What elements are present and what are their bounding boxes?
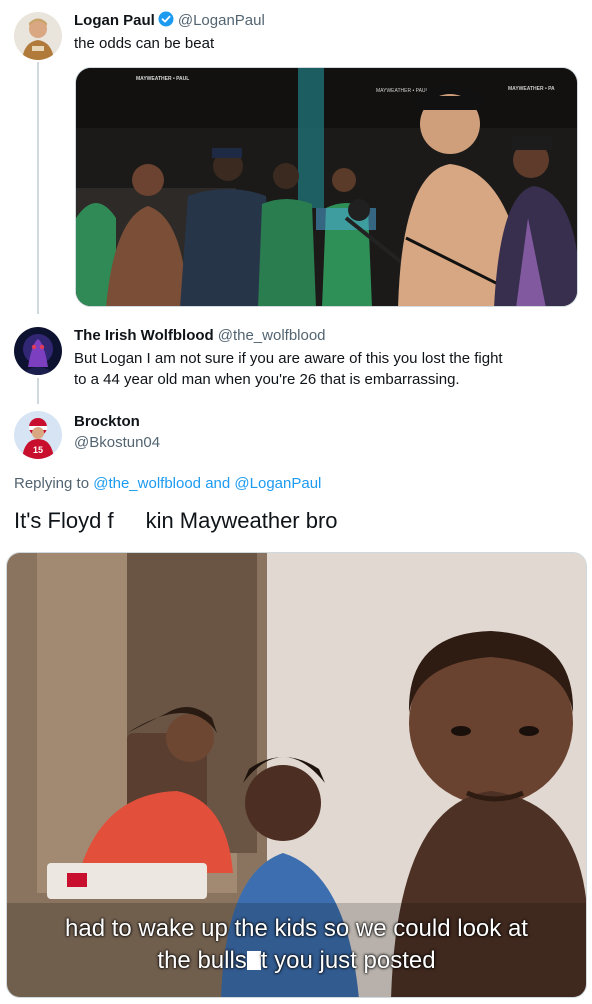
author-handle[interactable]: @Bkostun04 <box>74 434 160 451</box>
tweet-thread: Logan Paul @LoganPaul the odds can be bea… <box>0 0 592 1004</box>
main-tweet-text-part: kin Mayweather bro <box>145 508 338 533</box>
tweet-header: The Irish Wolfblood @the_wolfblood <box>74 327 326 344</box>
replying-and-text: and <box>205 475 231 492</box>
avatar-irish-wolfblood[interactable] <box>14 327 62 375</box>
tweet-media-photo[interactable]: MAYWEATHER • PAUL MAYWEATHER • PAUL MAYW… <box>75 67 578 307</box>
tweet-text-line: to a 44 year old man when you're 26 that… <box>74 371 460 388</box>
thread-connector-line <box>37 62 39 314</box>
verified-badge-icon <box>158 11 174 27</box>
meme-caption-part: t you just posted <box>260 947 436 974</box>
censor-box <box>246 951 261 970</box>
avatar-brockton[interactable]: 15 <box>14 411 62 459</box>
tweet-text: But Logan I am not sure if you are aware… <box>74 348 503 390</box>
media-overlay-text: MAYWEATHER • PAUL <box>376 88 429 94</box>
main-tweet-text-part: It's Floyd f <box>14 508 114 533</box>
avatar-logan-paul[interactable] <box>14 12 62 60</box>
author-handle[interactable]: @LoganPaul <box>178 12 265 29</box>
tweet-header: @Bkostun04 <box>74 434 160 451</box>
author-handle[interactable]: @the_wolfblood <box>218 327 326 344</box>
replying-to-context: Replying to @the_wolfblood and @LoganPau… <box>14 475 321 492</box>
svg-text:15: 15 <box>33 445 43 455</box>
tweet-header: Brockton <box>74 413 140 430</box>
meme-caption: had to wake up the kids so we could look… <box>7 913 586 977</box>
thread-connector-line <box>37 378 39 404</box>
author-name[interactable]: Logan Paul <box>74 12 155 29</box>
mention-link[interactable]: @the_wolfblood <box>93 475 201 492</box>
author-name[interactable]: Brockton <box>74 413 140 430</box>
mention-link[interactable]: @LoganPaul <box>234 475 321 492</box>
media-overlay-text: MAYWEATHER • PA <box>508 86 555 92</box>
main-tweet-text: It's Floyd f kin Mayweather bro <box>14 508 338 534</box>
meme-caption-line: the bulls t you just posted <box>7 945 586 977</box>
meme-image[interactable]: had to wake up the kids so we could look… <box>6 552 587 998</box>
author-name[interactable]: The Irish Wolfblood <box>74 327 214 344</box>
tweet-text: the odds can be beat <box>74 35 215 52</box>
meme-caption-part: the bulls <box>157 947 247 974</box>
meme-caption-line: had to wake up the kids so we could look… <box>65 915 528 942</box>
replying-to-label: Replying to <box>14 475 90 492</box>
tweet-header: Logan Paul @LoganPaul <box>74 11 265 29</box>
tweet-text-line: But Logan I am not sure if you are aware… <box>74 350 503 367</box>
media-overlay-text: MAYWEATHER • PAUL <box>136 76 189 82</box>
